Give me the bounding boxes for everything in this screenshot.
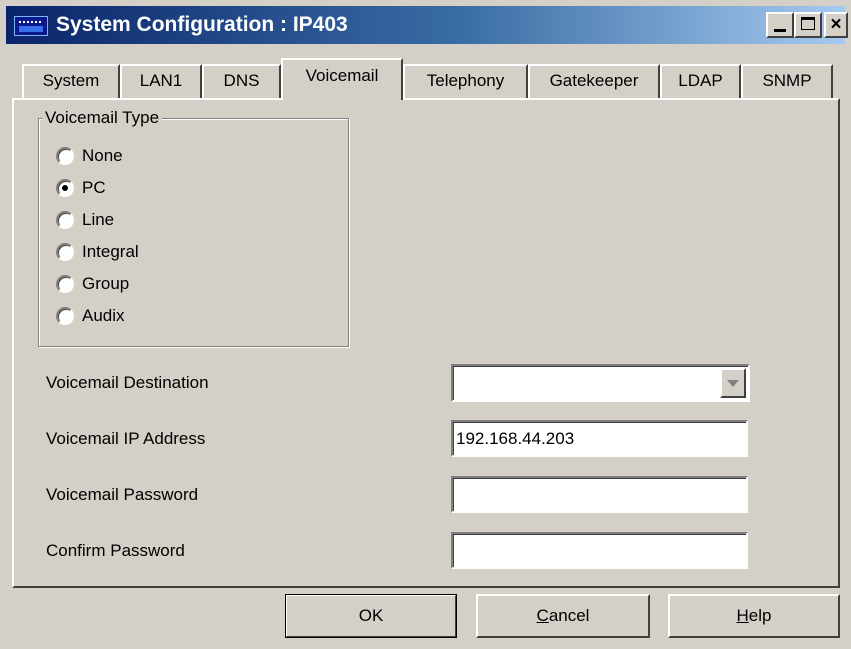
help-mnemonic: H: [736, 606, 749, 625]
cancel-mnemonic: C: [536, 606, 549, 625]
radio-label: None: [82, 146, 123, 165]
window-title: System Configuration : IP403: [56, 13, 348, 36]
radio-button[interactable]: [56, 307, 74, 325]
help-button[interactable]: Help: [668, 594, 840, 638]
tab-lan1[interactable]: LAN1: [120, 64, 202, 98]
ok-button[interactable]: OK: [285, 594, 457, 638]
dropdown-button[interactable]: [720, 368, 746, 398]
tab-gatekeeper[interactable]: Gatekeeper: [528, 64, 660, 98]
radio-label: Line: [82, 210, 115, 229]
voicemail-ip-address-input[interactable]: 192.168.44.203: [451, 420, 748, 457]
radio-label: Group: [82, 274, 130, 293]
voicemail-destination-label: Voicemail Destination: [46, 373, 209, 392]
close-icon: ×: [830, 14, 842, 35]
radio-button[interactable]: [56, 147, 74, 165]
tab-snmp[interactable]: SNMP: [741, 64, 833, 98]
radio-label: Audix: [82, 306, 125, 325]
voicemail-password-label: Voicemail Password: [46, 485, 199, 504]
voicemail-destination-dropdown[interactable]: [451, 364, 750, 402]
app-icon: [14, 16, 48, 36]
voicemail-password-input[interactable]: [451, 476, 748, 513]
tab-system[interactable]: System: [22, 64, 120, 98]
close-button[interactable]: ×: [824, 12, 848, 38]
cancel-label: ancel: [548, 606, 590, 625]
radio-button[interactable]: [56, 243, 74, 261]
maximize-button[interactable]: [794, 12, 822, 38]
help-label: elp: [748, 606, 772, 625]
confirm-password-input[interactable]: [451, 532, 748, 569]
radio-button[interactable]: [56, 211, 74, 229]
confirm-password-label: Confirm Password: [46, 541, 185, 560]
voicemail-type-label: Voicemail Type: [42, 107, 163, 129]
title-bar[interactable]: System Configuration : IP403 ×: [6, 6, 848, 44]
minimize-button[interactable]: [766, 12, 794, 38]
radio-label: Integral: [82, 242, 139, 261]
radio-button[interactable]: [56, 275, 74, 293]
tab-voicemail[interactable]: Voicemail: [281, 58, 403, 100]
system-configuration-dialog: System Configuration : IP403 × System LA…: [0, 0, 851, 649]
minimize-icon: [774, 29, 786, 32]
tab-telephony[interactable]: Telephony: [403, 64, 528, 98]
tab-dns[interactable]: DNS: [202, 64, 281, 98]
radio-label: PC: [82, 178, 106, 197]
maximize-icon: [801, 17, 815, 30]
chevron-down-icon: [727, 380, 739, 387]
cancel-button[interactable]: Cancel: [476, 594, 650, 638]
tab-ldap[interactable]: LDAP: [660, 64, 741, 98]
voicemail-ip-address-label: Voicemail IP Address: [46, 429, 206, 448]
radio-button-checked[interactable]: [56, 179, 74, 197]
